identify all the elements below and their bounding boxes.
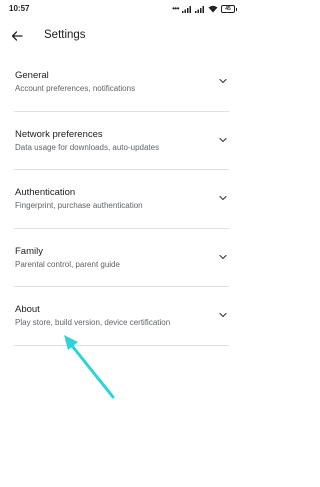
status-bar: 10:57 ••• 45 — [0, 0, 243, 20]
settings-item-family[interactable]: Family Parental control, parent guide — [14, 229, 229, 287]
setting-title: Authentication — [15, 187, 76, 198]
settings-item-about[interactable]: About Play store, build version, device … — [14, 287, 229, 346]
status-icons: ••• 45 — [172, 4, 237, 14]
chevron-down-icon[interactable] — [217, 309, 229, 321]
status-time: 10:57 — [9, 4, 30, 13]
chevron-down-icon[interactable] — [217, 192, 229, 204]
arrow-left-icon — [11, 31, 23, 41]
signal-icon — [195, 6, 204, 13]
back-button[interactable] — [8, 27, 26, 45]
signal-icon — [182, 6, 191, 13]
dots-icon: ••• — [172, 4, 179, 13]
settings-item-authentication[interactable]: Authentication Fingerprint, purchase aut… — [14, 170, 229, 229]
setting-subtitle: Data usage for downloads, auto-updates — [15, 142, 160, 152]
setting-subtitle: Account preferences, notifications — [15, 84, 136, 93]
app-bar: Settings — [0, 22, 243, 50]
settings-item-network-preferences[interactable]: Network preferences Data usage for downl… — [14, 112, 229, 170]
battery-level: 45 — [225, 6, 231, 12]
chevron-down-icon[interactable] — [217, 251, 229, 263]
setting-title: General — [15, 70, 49, 81]
setting-title: About — [15, 304, 40, 315]
setting-title: Network preferences — [15, 128, 103, 140]
page-title: Settings — [44, 29, 86, 41]
chevron-down-icon[interactable] — [217, 134, 229, 146]
settings-item-general[interactable]: General Account preferences, notificatio… — [14, 53, 229, 112]
settings-list: General Account preferences, notificatio… — [0, 53, 243, 346]
setting-subtitle: Play store, build version, device certif… — [15, 318, 171, 327]
wifi-icon — [208, 5, 218, 13]
setting-subtitle: Fingerprint, purchase authentication — [15, 201, 143, 210]
setting-subtitle: Parental control, parent guide — [15, 259, 120, 269]
battery-icon: 45 — [221, 5, 237, 13]
chevron-down-icon[interactable] — [217, 75, 229, 87]
setting-title: Family — [15, 245, 43, 257]
